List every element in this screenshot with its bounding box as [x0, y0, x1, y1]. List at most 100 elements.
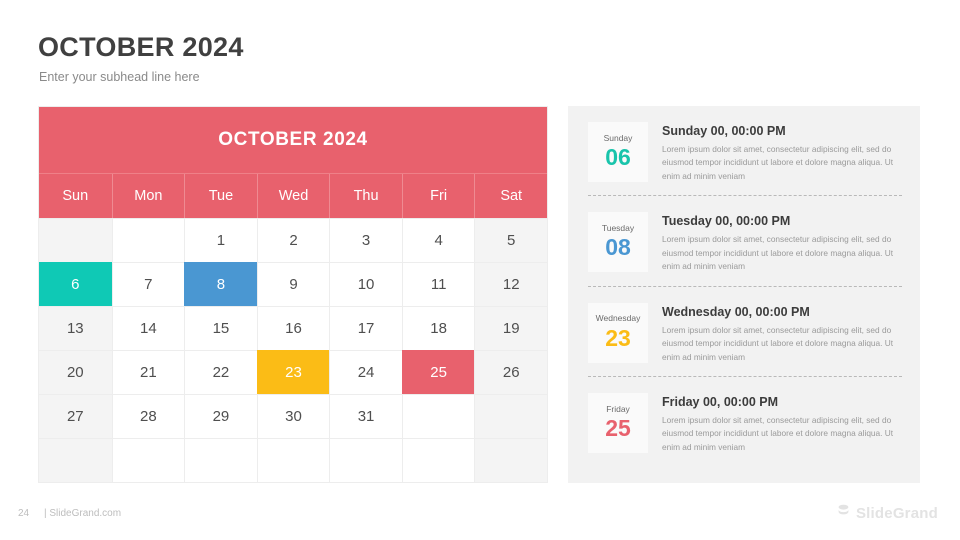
calendar-day-cell[interactable]: 15 [184, 306, 257, 350]
calendar-day-cell[interactable]: 25 [401, 350, 475, 394]
calendar-day-cell[interactable]: 31 [329, 394, 402, 438]
calendar-day-number: 15 [212, 320, 230, 337]
calendar-empty-cell [184, 438, 257, 482]
event-weekday-label: Sunday [603, 132, 633, 143]
calendar-day-cell[interactable]: 30 [256, 394, 330, 438]
event-weekday-label: Tuesday [601, 222, 635, 233]
calendar-day-number: 17 [357, 320, 375, 337]
event-weekday-label: Friday [606, 403, 630, 414]
calendar-day-number: 31 [357, 408, 375, 425]
calendar-day-number: 23 [285, 364, 302, 381]
calendar-day-cell[interactable]: 29 [184, 394, 257, 438]
calendar-empty-cell [39, 218, 112, 262]
events-panel: Sunday 06 Sunday 00, 00:00 PM Lorem ipsum d… [568, 106, 920, 483]
calendar-day-cell[interactable]: 26 [474, 350, 547, 394]
calendar-day-number: 6 [71, 276, 80, 293]
calendar-day-cell[interactable]: 23 [256, 350, 330, 394]
calendar-day-number: 26 [502, 364, 520, 381]
calendar-day-number: 20 [66, 364, 84, 381]
calendar-day-header-tue: Tue [184, 174, 257, 218]
calendar-day-header-fri: Fri [401, 174, 475, 218]
calendar-day-number: 29 [212, 408, 230, 425]
calendar-day-cell[interactable]: 3 [329, 218, 402, 262]
calendar-day-cell[interactable]: 17 [329, 306, 402, 350]
calendar-empty-cell [111, 438, 185, 482]
event-date-box: Wednesday 23 [588, 302, 648, 363]
page-subhead: Enter your subhead line here [39, 70, 200, 84]
event-day-number: 06 [605, 143, 631, 170]
event-heading: Wednesday 00, 00:00 PM [662, 304, 810, 319]
calendar-empty-cell [39, 438, 112, 482]
brand-logo: SlideGrand [836, 503, 938, 523]
calendar-day-cell[interactable]: 22 [184, 350, 257, 394]
page-title: OCTOBER 2024 [38, 32, 244, 62]
calendar-day-number: 19 [502, 320, 520, 337]
calendar-day-header-wed: Wed [256, 174, 330, 218]
event-body: Tuesday 00, 00:00 PM Lorem ipsum dolor si… [662, 212, 902, 273]
slidegrand-disc-icon [836, 503, 851, 523]
event-item[interactable]: Wednesday 23 Wednesday 00, 00:00 PM Lorem i… [568, 287, 920, 364]
calendar-day-cell[interactable]: 13 [39, 306, 112, 350]
calendar-empty-cell [329, 438, 402, 482]
calendar-grid: 1 2 3 4 5 6 7 8 9 10 11 12 13 14 15 16 17 18 19 20 21 22 23 24 2… [39, 218, 547, 482]
calendar-day-cell[interactable]: 10 [329, 262, 402, 306]
calendar-day-cell[interactable]: 18 [401, 306, 475, 350]
calendar-day-cell[interactable]: 1 [184, 218, 257, 262]
calendar-day-cell[interactable]: 16 [256, 306, 330, 350]
event-day-number: 08 [605, 234, 631, 261]
calendar-day-header-sun: Sun [62, 188, 89, 204]
event-description: Lorem ipsum dolor sit amet, consectetur … [662, 234, 894, 272]
calendar-day-cell[interactable]: 28 [111, 394, 185, 438]
calendar-day-number: 13 [66, 320, 84, 337]
event-weekday-label: Wednesday [595, 313, 641, 324]
calendar-day-number: 16 [285, 320, 302, 337]
event-date-box: Friday 25 [588, 392, 648, 453]
calendar-empty-cell [474, 394, 547, 438]
calendar-day-number: 21 [140, 364, 157, 381]
event-item[interactable]: Sunday 06 Sunday 00, 00:00 PM Lorem ipsum d… [568, 106, 920, 183]
event-body: Wednesday 00, 00:00 PM Lorem ipsum dolor … [662, 303, 902, 364]
calendar-day-cell[interactable]: 19 [474, 306, 547, 350]
calendar-day-number: 10 [357, 276, 375, 293]
calendar-day-cell[interactable]: 27 [39, 394, 112, 438]
calendar-day-number: 24 [357, 364, 375, 381]
event-date-box: Tuesday 08 [588, 212, 648, 273]
calendar: OCTOBER 2024 Sun Mon Tue Wed Thu Fri Sat 12345… [38, 106, 548, 483]
event-body: Sunday 00, 00:00 PM Lorem ipsum dolor sit… [662, 122, 902, 183]
calendar-empty-cell [401, 394, 475, 438]
calendar-empty-cell [111, 218, 185, 262]
calendar-day-cell[interactable]: 6 [39, 262, 112, 306]
calendar-day-number: 1 [216, 232, 226, 249]
event-item[interactable]: Friday 25 Friday 00, 00:00 PM Lorem ipsum d… [568, 377, 920, 454]
calendar-day-number: 30 [285, 408, 302, 425]
event-day-number: 25 [605, 414, 631, 441]
calendar-day-number: 14 [140, 320, 157, 337]
calendar-day-cell[interactable]: 12 [474, 262, 547, 306]
calendar-empty-cell [256, 438, 330, 482]
calendar-day-number: 18 [430, 320, 447, 337]
calendar-day-cell[interactable]: 14 [111, 306, 185, 350]
calendar-day-number: 22 [212, 364, 230, 381]
event-description: Lorem ipsum dolor sit amet, consectetur … [662, 414, 894, 452]
event-item[interactable]: Tuesday 08 Tuesday 00, 00:00 PM Lorem ipsum… [568, 196, 920, 273]
calendar-day-cell[interactable]: 24 [329, 350, 402, 394]
calendar-day-cell[interactable]: 5 [474, 218, 547, 262]
calendar-day-number: 28 [140, 408, 157, 425]
event-date-box: Sunday 06 [588, 122, 648, 182]
calendar-day-header-thu: Thu [329, 174, 402, 218]
calendar-day-cell[interactable]: 20 [39, 350, 112, 394]
calendar-day-number: 4 [434, 232, 443, 249]
calendar-day-cell[interactable]: 9 [256, 262, 330, 306]
calendar-day-number: 25 [430, 364, 447, 381]
calendar-day-number: 11 [430, 276, 447, 293]
calendar-day-cell[interactable]: 8 [184, 262, 257, 306]
event-body: Friday 00, 00:00 PM Lorem ipsum dolor sit… [662, 393, 902, 454]
calendar-day-cell[interactable]: 2 [256, 218, 330, 262]
calendar-day-number: 27 [66, 408, 84, 425]
calendar-day-number: 7 [144, 276, 153, 293]
calendar-day-cell[interactable]: 21 [111, 350, 185, 394]
calendar-day-number: 3 [361, 232, 371, 249]
calendar-day-cell[interactable]: 11 [401, 262, 475, 306]
calendar-day-cell[interactable]: 4 [401, 218, 475, 262]
calendar-day-cell[interactable]: 7 [111, 262, 185, 306]
